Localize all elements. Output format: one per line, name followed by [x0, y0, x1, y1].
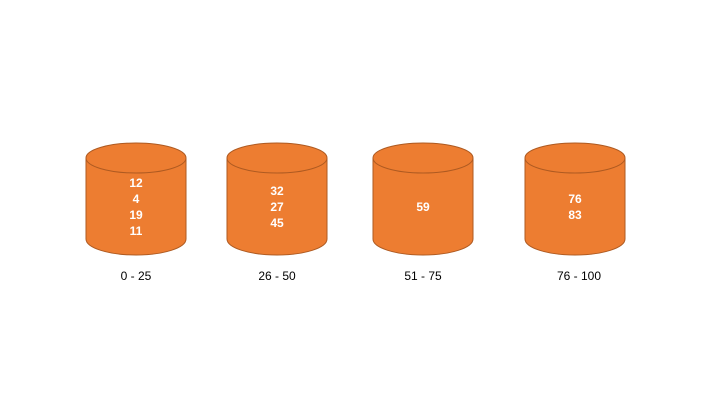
bucket-range-label: 0 - 25	[120, 269, 152, 283]
bucket-value: 4	[132, 192, 140, 206]
bucket-range-label: 26 - 50	[258, 269, 296, 283]
bucket-value: 83	[568, 208, 582, 222]
bucket-value: 11	[129, 224, 143, 238]
bucket-cylinder-76-100: 76 83	[524, 142, 626, 256]
bucket-range-label: 51 - 75	[404, 269, 442, 283]
bucket-cylinder-26-50: 32 27 45	[226, 142, 328, 256]
bucket-values: 32 27 45	[226, 169, 328, 245]
bucket-range-label: 76 - 100	[556, 269, 602, 283]
bucket-value: 19	[129, 208, 143, 222]
bucket-value: 76	[568, 192, 582, 206]
bucket-cylinder-51-75: 59	[372, 142, 474, 256]
bucket-value: 27	[270, 200, 284, 214]
bucket-cylinder-0-25: 12 4 19 11	[85, 142, 187, 256]
bucket-value: 59	[416, 200, 430, 214]
bucket-value: 32	[270, 184, 284, 198]
bucket-values: 59	[372, 169, 474, 245]
bucket-values: 12 4 19 11	[85, 169, 187, 245]
bucket-value: 12	[129, 176, 143, 190]
bucket-values: 76 83	[524, 169, 626, 245]
slide-canvas: 12 4 19 11 0 - 25 32 27 45 26 - 50 59 51…	[0, 0, 720, 405]
bucket-value: 45	[270, 216, 284, 230]
